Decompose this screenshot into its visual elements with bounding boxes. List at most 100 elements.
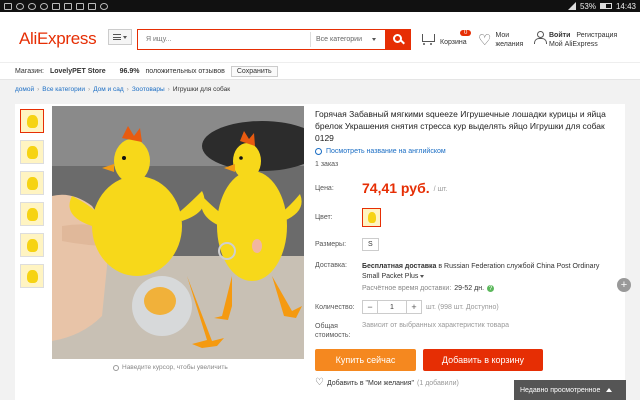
add-to-wishlist-text: Добавить в "Мои желания": [326, 379, 415, 387]
user-icon: [534, 31, 547, 44]
heart-icon: ♡: [478, 31, 492, 49]
zoom-hint-text: Наведите курсор, чтобы увеличить: [122, 364, 228, 371]
total-row: Общая стоимость: Зависит от выбранных ха…: [315, 322, 509, 340]
store-name[interactable]: LovelyPET Store: [50, 68, 106, 75]
translate-title-link[interactable]: Посмотреть название на английском: [315, 148, 620, 155]
chevron-up-icon: [606, 388, 613, 392]
quantity-decrease-button[interactable]: −: [363, 301, 377, 313]
stock-text: шт. (998 шт. Доступно): [426, 303, 499, 311]
register-link[interactable]: Регистрация: [576, 32, 617, 39]
cart-label: 0 Корзина: [440, 30, 472, 46]
color-row: Цвет:: [315, 208, 381, 227]
search-input[interactable]: [138, 36, 310, 43]
delivery-estimate-row: Расчётное время доставки: 29-52 дн. ?: [362, 285, 495, 292]
quantity-row: Количество: − 1 + шт. (998 шт. Доступно): [315, 300, 499, 314]
main-product-image[interactable]: [52, 106, 304, 359]
store-rating: 96.9%: [119, 67, 140, 75]
thumbnail-4[interactable]: [20, 202, 44, 226]
shipping-info: Бесплатная доставка в Russian Federation…: [362, 262, 617, 282]
total-label: Общая стоимость:: [315, 322, 362, 340]
app-icon: [16, 2, 24, 10]
size-option-s[interactable]: S: [362, 238, 379, 251]
breadcrumb-separator: ›: [126, 86, 129, 93]
login-link[interactable]: Войти: [549, 32, 570, 39]
total-value: Зависит от выбранных характеристик товар…: [362, 322, 509, 329]
more-icon: [100, 2, 108, 10]
product-photo: [52, 106, 304, 359]
play-store-icon: [76, 2, 84, 10]
color-swatch[interactable]: [362, 208, 381, 227]
shipping-free: Бесплатная доставка: [362, 263, 437, 270]
cart-count-badge: 0: [460, 30, 472, 36]
cart-link[interactable]: 0 Корзина: [420, 30, 472, 46]
site-header: AliExpress Все категории 0 Корзина ♡ Мои…: [0, 12, 640, 62]
battery-icon: [599, 3, 612, 9]
chevron-down-icon[interactable]: [420, 275, 425, 278]
delivery-estimate-label: Расчётное время доставки:: [362, 285, 452, 292]
phone-icon: [40, 2, 48, 10]
price-label: Цена:: [315, 184, 334, 192]
gallery-icon: [64, 2, 72, 10]
thumbnail-list: [20, 109, 46, 295]
globe-icon: [315, 148, 322, 155]
delivery-estimate-value: 29-52 дн.: [454, 285, 485, 292]
search-button[interactable]: [385, 29, 411, 50]
thumbnail-5[interactable]: [20, 233, 44, 257]
quantity-input[interactable]: 1: [377, 301, 407, 313]
breadcrumb-pet-supplies[interactable]: Зоотовары: [132, 86, 165, 93]
buy-now-button[interactable]: Купить сейчас: [315, 349, 416, 371]
product-panel: Наведите курсор, чтобы увеличить Горячая…: [15, 104, 625, 400]
my-aliexpress-link[interactable]: Мой AliExpress: [549, 41, 598, 48]
search-icon: [392, 34, 402, 43]
thumbnail-3[interactable]: [20, 171, 44, 195]
store-bar: Магазин: LovelyPET Store 96.9% положител…: [0, 62, 640, 80]
breadcrumb-separator: ›: [167, 86, 170, 93]
breadcrumb-home[interactable]: домой: [15, 86, 34, 93]
chevron-down-icon: [123, 35, 127, 39]
battery-percent: 53%: [579, 1, 596, 11]
categories-menu-button[interactable]: [108, 29, 132, 45]
breadcrumb-all-categories[interactable]: Все категории: [42, 86, 85, 93]
shipping-row: Доставка: Бесплатная доставка в Russian …: [315, 262, 617, 282]
whatsapp-icon: [28, 2, 36, 10]
cart-icon: [420, 33, 436, 45]
zoom-icon: [113, 364, 119, 371]
cart-label-text: Корзина: [440, 39, 467, 46]
quantity-label: Количество:: [315, 303, 355, 311]
wishlist-link[interactable]: ♡ Мои желания: [478, 31, 523, 49]
aliexpress-logo[interactable]: AliExpress: [19, 29, 97, 49]
status-bar: 53% 14:43: [0, 0, 640, 12]
breadcrumb: домой › Все категории › Дом и сад › Зоотова…: [15, 86, 230, 93]
breadcrumb-home-garden[interactable]: Дом и сад: [93, 86, 123, 93]
account-menu[interactable]: Войти Регистрация Мой AliExpress: [534, 31, 617, 49]
account-links: Войти Регистрация Мой AliExpress: [549, 31, 617, 49]
help-icon[interactable]: ?: [487, 285, 495, 292]
heart-icon: ♡: [315, 377, 324, 388]
thumbnail-6[interactable]: [20, 264, 44, 288]
add-to-wishlist-link[interactable]: ♡ Добавить в "Мои желания" (1 добавили): [315, 378, 459, 388]
floating-plus-button[interactable]: +: [617, 278, 631, 292]
zoom-hint: Наведите курсор, чтобы увеличить: [113, 364, 228, 371]
image-icon: [52, 2, 60, 10]
chevron-down-icon: [372, 38, 376, 41]
thumbnail-1[interactable]: [20, 109, 44, 133]
clock: 14:43: [615, 1, 636, 11]
menu-icon: [113, 34, 121, 40]
add-to-cart-button[interactable]: Добавить в корзину: [423, 349, 543, 371]
notification-icons: [4, 2, 108, 10]
category-select-label: Все категории: [316, 36, 362, 43]
save-store-button[interactable]: Сохранить: [230, 65, 278, 77]
breadcrumb-separator: ›: [88, 86, 91, 93]
thumbnail-2[interactable]: [20, 140, 44, 164]
recently-viewed-label: Недавно просмотренное: [520, 386, 601, 394]
quantity-increase-button[interactable]: +: [407, 301, 421, 313]
mail-icon-2: [88, 2, 96, 10]
total-label-line1: Общая: [315, 323, 338, 330]
breadcrumb-dog-toys: Игрушки для собак: [172, 86, 231, 93]
price-value: 74,41 руб.: [362, 180, 430, 196]
wishlist-count: (1 добавили): [417, 379, 459, 387]
product-info: Горячая Забавный мягкими squeeze Игрушеч…: [315, 104, 620, 168]
price-unit: / шт.: [433, 186, 448, 193]
recently-viewed-bar[interactable]: Недавно просмотренное: [514, 380, 626, 400]
category-select[interactable]: Все категории: [310, 32, 380, 47]
